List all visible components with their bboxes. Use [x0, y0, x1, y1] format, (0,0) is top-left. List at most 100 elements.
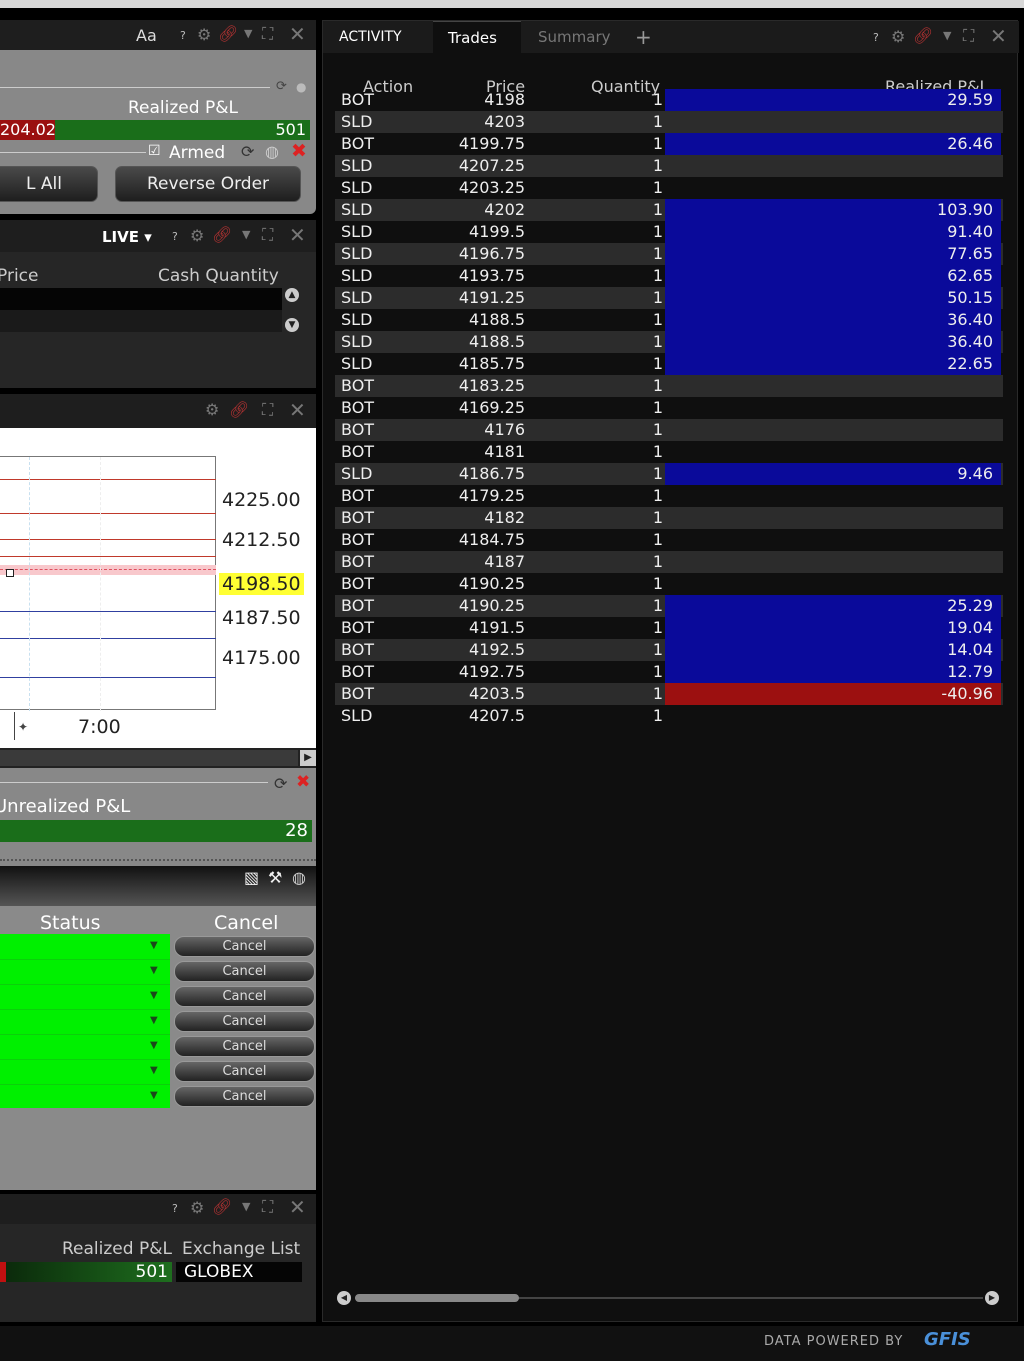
close-icon-5[interactable]: ✕ — [990, 26, 1007, 46]
close-icon-4[interactable]: ✕ — [289, 1197, 306, 1217]
link-icon-3[interactable]: 🔗︎ — [229, 402, 249, 418]
trade-row[interactable]: SLD 4188.5 1 36.40 — [335, 309, 1003, 331]
price-chart[interactable]: 4225.00 4212.50 4198.50 4187.50 4175.00 … — [0, 428, 316, 748]
trade-row[interactable]: BOT 4192.5 1 14.04 — [335, 639, 1003, 661]
trade-row[interactable]: SLD 4193.75 1 62.65 — [335, 265, 1003, 287]
armed-checkbox[interactable]: ☑ — [148, 143, 161, 159]
add-tab-button[interactable]: + — [635, 21, 655, 53]
link-icon-2[interactable]: 🔗︎ — [212, 227, 232, 243]
close-icon[interactable]: ✕ — [289, 24, 306, 44]
close-icon-3[interactable]: ✕ — [289, 400, 306, 420]
reverse-order-button[interactable]: Reverse Order — [115, 166, 301, 202]
scroll-right-icon-2[interactable]: ▶ — [985, 1291, 999, 1305]
status-dropdown-icon[interactable]: ▼ — [150, 990, 158, 1001]
info-icon[interactable]: ● — [296, 81, 306, 93]
horizontal-scrollbar[interactable]: ◀ ▶ — [337, 1289, 1001, 1307]
font-size-button[interactable]: Aa — [136, 26, 157, 45]
trade-row[interactable]: BOT 4184.75 1 — [335, 529, 1003, 551]
cancel-order-button[interactable]: Cancel — [174, 1061, 315, 1082]
trade-row[interactable]: BOT 4181 1 — [335, 441, 1003, 463]
refresh-icon-3[interactable]: ⟳ — [274, 776, 287, 792]
help-icon-4[interactable]: ? — [873, 32, 879, 43]
scroll-up-icon[interactable]: ▲ — [285, 288, 299, 302]
chart-scroll-thumb[interactable] — [0, 750, 298, 766]
trade-row[interactable]: SLD 4199.5 1 91.40 — [335, 221, 1003, 243]
expand-icon-4[interactable]: ⛶ — [262, 1199, 273, 1215]
expand-icon[interactable]: ⛶ — [262, 26, 273, 42]
trade-row[interactable]: SLD 4202 1 103.90 — [335, 199, 1003, 221]
trade-row[interactable]: BOT 4183.25 1 — [335, 375, 1003, 397]
trade-row[interactable]: BOT 4192.75 1 12.79 — [335, 661, 1003, 683]
chart-plot-area[interactable] — [0, 456, 216, 711]
trade-row[interactable]: SLD 4185.75 1 22.65 — [335, 353, 1003, 375]
chevron-down-icon-4[interactable]: ▼ — [943, 30, 951, 41]
gear-icon-3[interactable]: ⚙ — [205, 402, 219, 418]
document-icon[interactable]: ▧ — [244, 870, 259, 886]
status-dropdown-icon[interactable]: ▼ — [150, 1090, 158, 1101]
expand-icon-5[interactable]: ⛶ — [963, 28, 974, 44]
scroll-down-icon[interactable]: ▼ — [285, 318, 299, 332]
status-dropdown-icon[interactable]: ▼ — [150, 965, 158, 976]
trade-row[interactable]: BOT 4198 1 29.59 — [335, 89, 1003, 111]
order-row[interactable] — [0, 310, 282, 332]
trade-row[interactable]: BOT 4179.25 1 — [335, 485, 1003, 507]
trade-row[interactable]: SLD 4207.5 1 — [335, 705, 1003, 727]
cancel-order-button[interactable]: Cancel — [174, 986, 315, 1007]
gear-icon-4[interactable]: ⚙ — [190, 1200, 204, 1216]
gear-icon-2[interactable]: ⚙ — [190, 228, 204, 244]
trade-row[interactable]: SLD 4188.5 1 36.40 — [335, 331, 1003, 353]
order-row[interactable] — [0, 288, 282, 310]
tab-trades[interactable]: Trades — [433, 21, 521, 53]
link-icon[interactable]: 🔗︎ — [218, 26, 238, 42]
help-circle-icon[interactable]: ◍ — [265, 144, 279, 160]
trade-row[interactable]: BOT 4176 1 — [335, 419, 1003, 441]
gear-icon-5[interactable]: ⚙ — [891, 29, 905, 45]
gear-icon[interactable]: ⚙ — [197, 27, 211, 43]
chevron-down-icon-3[interactable]: ▼ — [242, 1201, 250, 1212]
chevron-down-icon-2[interactable]: ▼ — [242, 229, 250, 240]
trade-row[interactable]: BOT 4169.25 1 — [335, 397, 1003, 419]
scroll-thumb[interactable] — [355, 1294, 519, 1302]
trade-row[interactable]: SLD 4203.25 1 — [335, 177, 1003, 199]
help-icon[interactable]: ? — [180, 30, 186, 41]
trade-row[interactable]: BOT 4199.75 1 26.46 — [335, 133, 1003, 155]
cancel-order-button[interactable]: Cancel — [174, 936, 315, 957]
trade-row[interactable]: BOT 4203.5 1 -40.96 — [335, 683, 1003, 705]
trade-row[interactable]: BOT 4190.25 1 — [335, 573, 1003, 595]
cancel-order-button[interactable]: Cancel — [174, 1036, 315, 1057]
close-all-button[interactable]: L All — [0, 166, 98, 202]
trade-row[interactable]: BOT 4182 1 — [335, 507, 1003, 529]
close-x-icon-2[interactable]: ✖ — [296, 774, 310, 791]
trade-row[interactable]: BOT 4190.25 1 25.29 — [335, 595, 1003, 617]
scroll-right-icon[interactable]: ▶ — [300, 750, 316, 766]
tools-icon[interactable]: ⚒ — [268, 870, 282, 886]
cancel-order-button[interactable]: Cancel — [174, 1086, 315, 1107]
status-dropdown-icon[interactable]: ▼ — [150, 940, 158, 951]
refresh-icon-2[interactable]: ⟳ — [241, 144, 254, 160]
tab-summary[interactable]: Summary — [521, 21, 621, 53]
close-icon-2[interactable]: ✕ — [289, 225, 306, 245]
trade-row[interactable]: SLD 4186.75 1 9.46 — [335, 463, 1003, 485]
help-icon-2[interactable]: ? — [172, 231, 178, 242]
trade-row[interactable]: SLD 4191.25 1 50.15 — [335, 287, 1003, 309]
close-x-icon[interactable]: ✖ — [291, 142, 307, 161]
link-icon-5[interactable]: 🔗︎ — [913, 28, 933, 44]
expand-icon-3[interactable]: ⛶ — [262, 402, 273, 418]
trade-row[interactable]: SLD 4207.25 1 — [335, 155, 1003, 177]
trade-row[interactable]: BOT 4187 1 — [335, 551, 1003, 573]
status-dropdown-icon[interactable]: ▼ — [150, 1040, 158, 1051]
help-circle-icon-2[interactable]: ◍ — [292, 870, 306, 886]
tab-activity[interactable]: ACTIVITY — [323, 21, 433, 53]
expand-icon-2[interactable]: ⛶ — [262, 227, 273, 243]
help-icon-3[interactable]: ? — [172, 1203, 178, 1214]
status-dropdown-icon[interactable]: ▼ — [150, 1015, 158, 1026]
scroll-left-icon[interactable]: ◀ — [337, 1291, 351, 1305]
status-dropdown-icon[interactable]: ▼ — [150, 1065, 158, 1076]
trade-row[interactable]: BOT 4191.5 1 19.04 — [335, 617, 1003, 639]
live-mode-dropdown[interactable]: LIVE ▾ — [102, 228, 152, 246]
chevron-down-icon[interactable]: ▼ — [244, 28, 252, 39]
trade-row[interactable]: SLD 4196.75 1 77.65 — [335, 243, 1003, 265]
cancel-order-button[interactable]: Cancel — [174, 961, 315, 982]
cancel-order-button[interactable]: Cancel — [174, 1011, 315, 1032]
trade-row[interactable]: SLD 4203 1 — [335, 111, 1003, 133]
